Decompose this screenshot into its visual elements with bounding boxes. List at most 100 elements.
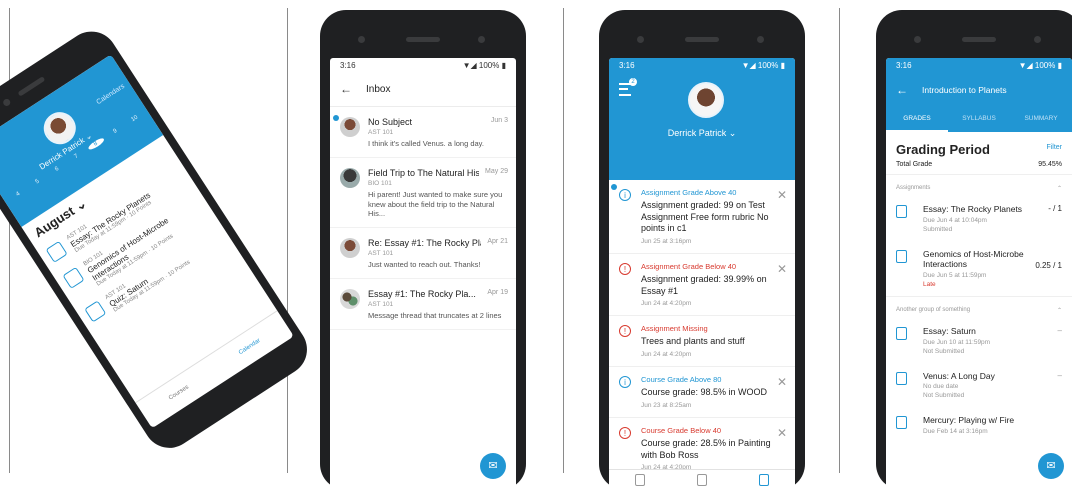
grade-row[interactable]: Essay: The Rocky Planets Due Jun 4 at 10…	[886, 196, 1072, 241]
status-time: 3:16	[340, 60, 356, 70]
message-preview: Message thread that truncates at 2 lines	[368, 310, 502, 320]
notification-type: Assignment Grade Above 40	[641, 188, 737, 197]
profile-header: 3:16 ▼◢ 100% ▮ 2 Derrick Patrick ⌄	[609, 58, 795, 180]
tab-grades[interactable]: GRADES	[886, 108, 948, 132]
list-item[interactable]: Field Trip to The Natural His... May 29 …	[330, 158, 516, 228]
courses-tab-icon[interactable]	[635, 474, 645, 486]
grade-row[interactable]: Genomics of Host-Microbe Interactions Du…	[886, 241, 1072, 296]
avatar	[340, 238, 360, 258]
assignment-icon	[896, 416, 907, 430]
assignment-score: –	[1057, 370, 1062, 380]
panel-divider	[563, 8, 564, 473]
close-icon[interactable]: ✕	[777, 262, 787, 307]
assignment-score: –	[1057, 325, 1062, 335]
calendars-link[interactable]: Calendars	[95, 83, 126, 106]
grade-row[interactable]: Mercury: Playing w/ Fire Due Feb 14 at 3…	[886, 407, 1072, 443]
info-icon: i	[619, 376, 631, 389]
tab-summary[interactable]: SUMMARY	[1010, 108, 1072, 132]
assignment-icon	[896, 205, 907, 218]
list-item[interactable]: i Assignment Grade Above 40 Assignment g…	[609, 180, 795, 255]
list-item[interactable]: No Subject Jun 3 AST 101 I think it's ca…	[330, 107, 516, 158]
day-9[interactable]: 9	[106, 124, 124, 139]
assignment-icon	[896, 371, 907, 385]
user-name[interactable]: Derrick Patrick ⌄	[609, 128, 795, 139]
camera	[358, 36, 365, 43]
status-icons: ▼◢ 100% ▮	[1018, 60, 1062, 70]
total-label: Total Grade	[896, 161, 933, 168]
notification-type: Assignment Missing	[641, 324, 708, 334]
filter-link[interactable]: Filter	[1046, 144, 1062, 151]
assignment-due: Due Jun 10 at 11:59pm	[923, 338, 991, 346]
notification-date: Jun 24 at 4:20pm	[641, 300, 692, 308]
bottom-nav	[609, 469, 795, 490]
sensor	[478, 36, 485, 43]
notifications-tab-icon[interactable]	[759, 474, 769, 486]
assignment-title: Essay: The Rocky Planets	[923, 204, 1023, 214]
notification-badge: 2	[629, 78, 637, 86]
assignment-due: No due date	[923, 383, 959, 391]
list-item[interactable]: ! Assignment Grade Below 40 Assignment g…	[609, 254, 795, 317]
grading-period-header: Grading Period Filter Total Grade 95.45%	[886, 132, 1072, 174]
list-item[interactable]: i Course Grade Above 80 Course grade: 98…	[609, 367, 795, 418]
message-date: Jun 3	[490, 117, 508, 124]
avatar	[340, 167, 360, 188]
section-header[interactable]: Assignments ⌃	[886, 174, 1072, 196]
alert-icon: !	[619, 426, 631, 439]
grade-row[interactable]: Venus: A Long Day No due date Not Submit…	[886, 363, 1072, 408]
notification-date: Jun 23 at 8:25am	[641, 401, 692, 409]
assignment-status: Not Submitted	[923, 347, 965, 355]
calendar-tab-icon[interactable]	[697, 474, 707, 486]
nav-calendar[interactable]: Calendar	[238, 338, 262, 356]
message-preview: Just wanted to reach out. Thanks!	[368, 260, 481, 269]
list-item[interactable]: Essay #1: The Rocky Pla... Apr 19 AST 10…	[330, 279, 516, 330]
message-preview: I think it's called Venus. a long day.	[368, 139, 484, 148]
close-icon[interactable]: ✕	[777, 426, 787, 471]
speaker	[685, 37, 719, 42]
notification-list: i Assignment Grade Above 40 Assignment g…	[609, 180, 795, 481]
day-10[interactable]: 10	[126, 111, 144, 126]
message-title: Field Trip to The Natural His...	[368, 167, 480, 178]
back-arrow-icon[interactable]: ←	[340, 82, 352, 96]
compose-button[interactable]: ✉	[480, 453, 506, 479]
quiz-icon	[84, 300, 107, 323]
list-item[interactable]: ! Assignment Missing Trees and plants an…	[609, 316, 795, 368]
inbox-toolbar: ← Inbox	[330, 72, 516, 107]
phone-screen: 3:16 ▼◢ 100% ▮ ← Inbox No Subject Jun 3 …	[330, 58, 516, 490]
group-avatar	[340, 288, 360, 309]
message-course: BIO 101	[368, 179, 392, 187]
assignment-score: - / 1	[1048, 204, 1062, 213]
message-title: Essay #1: The Rocky Pla...	[368, 288, 476, 299]
section-header[interactable]: Another group of something ⌃	[886, 295, 1072, 318]
close-icon[interactable]: ✕	[777, 188, 787, 245]
grade-row[interactable]: Essay: Saturn Due Jun 10 at 11:59pm Not …	[886, 318, 1072, 363]
assignment-title: Genomics of Host-Microbe Interactions	[923, 248, 1024, 270]
alert-icon: !	[619, 263, 631, 276]
message-date: Apr 19	[487, 288, 508, 296]
message-title: No Subject	[368, 117, 413, 127]
day-5[interactable]: 5	[28, 175, 46, 190]
tab-syllabus[interactable]: SYLLABUS	[948, 108, 1010, 132]
total-grade: Total Grade 95.45%	[896, 161, 1062, 168]
status-icons: ▼◢ 100% ▮	[741, 60, 785, 70]
avatar[interactable]	[688, 82, 724, 118]
collapse-icon[interactable]: ⌃	[1057, 307, 1062, 314]
assignment-status: Not Submitted	[923, 392, 965, 400]
notification-date: Jun 24 at 4:20pm	[641, 351, 692, 359]
compose-button[interactable]: ✉	[1038, 453, 1064, 479]
compose-icon: ✉	[488, 460, 498, 472]
close-icon[interactable]: ✕	[777, 375, 787, 409]
menu-icon[interactable]	[619, 83, 631, 96]
grading-period-title: Grading Period	[896, 142, 990, 157]
phone-frame: 3:16 ▼◢ 100% ▮ ← Inbox No Subject Jun 3 …	[320, 10, 526, 490]
section-label: Another group of something	[896, 306, 971, 313]
notification-message: Trees and plants and stuff	[641, 336, 745, 347]
speaker	[406, 37, 440, 42]
assignment-icon	[896, 326, 907, 340]
list-item[interactable]: Re: Essay #1: The Rocky Pla... Apr 21 AS…	[330, 228, 516, 279]
camera	[637, 36, 644, 43]
day-4[interactable]: 4	[9, 187, 27, 202]
collapse-icon[interactable]: ⌃	[1057, 185, 1062, 192]
discussion-icon	[62, 266, 85, 289]
nav-courses[interactable]: Courses	[168, 384, 190, 401]
back-arrow-icon[interactable]: ←	[896, 83, 908, 97]
